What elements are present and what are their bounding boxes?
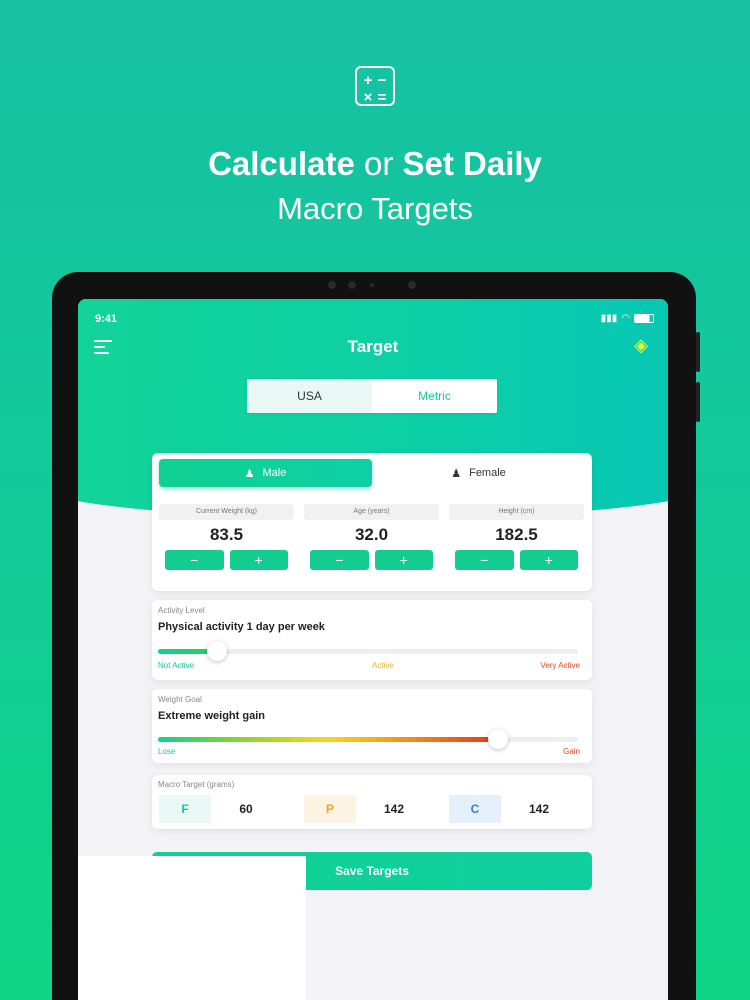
gender-male-label: Male [262, 467, 287, 479]
metric-label: Height (cm) [449, 504, 584, 520]
unit-toggle: USA Metric [247, 379, 497, 413]
tick-gain: Gain [563, 747, 580, 756]
macro-label: Macro Target (grams) [158, 780, 235, 789]
metric-value: 32.0 [354, 525, 389, 544]
tick-not-active: Not Active [158, 661, 195, 670]
gender-female-button[interactable]: ♟ Female [372, 459, 585, 487]
unit-option-metric[interactable]: Metric [372, 379, 497, 413]
age-metric: Age (years) 32.0 − + [304, 504, 439, 570]
gender-female-label: Female [469, 467, 506, 479]
macro-carbs-key: C [449, 795, 501, 823]
tick-lose: Lose [158, 747, 176, 756]
camera-dot [370, 283, 374, 287]
macro-fat-value[interactable]: 60 [211, 795, 281, 823]
status-time: 9:41 [95, 313, 118, 325]
weight-metric: Current Weight (kg) 83.5 − + [159, 504, 294, 570]
body-metrics-card: ♟ Male ♟ Female Current Weight (kg) 83.5… [152, 453, 592, 591]
metric-label: Current Weight (kg) [159, 504, 294, 520]
slider-fill [158, 737, 498, 742]
unit-option-usa[interactable]: USA [247, 379, 372, 413]
decrement-button[interactable]: − [310, 550, 369, 570]
decrement-button[interactable]: − [455, 550, 514, 570]
increment-button[interactable]: + [229, 550, 288, 570]
activity-slider[interactable] [158, 641, 578, 661]
ipad-frame: 9:41 ▮▮▮ ◠ Target ◈ USA Metric ♟ Male ♟ … [52, 272, 700, 1000]
camera-dot [408, 281, 416, 289]
camera-dot [328, 281, 336, 289]
weight-goal-card: Weight Goal Extreme weight gain Lose Gai… [152, 689, 592, 763]
gender-male-button[interactable]: ♟ Male [159, 459, 372, 487]
macro-target-card: Macro Target (grams) F 60 P 142 C 142 [152, 775, 592, 829]
macro-protein-value[interactable]: 142 [356, 795, 432, 823]
signal-icon: ▮▮▮ [600, 313, 618, 324]
page-title: Target [347, 337, 399, 356]
macro-fat-key: F [159, 795, 211, 823]
weight-goal-slider[interactable] [158, 729, 578, 749]
hero-subtitle: Macro Targets [277, 191, 473, 226]
volume-button [696, 332, 700, 372]
camera-dot [348, 281, 356, 289]
activity-value: Physical activity 1 day per week [158, 621, 325, 633]
tick-very-active: Very Active [540, 661, 580, 670]
tick-active: Active [372, 661, 394, 670]
app-screen: 9:41 ▮▮▮ ◠ Target ◈ USA Metric ♟ Male ♟ … [78, 299, 668, 1000]
height-metric: Height (cm) 182.5 − + [449, 504, 584, 570]
increment-button[interactable]: + [374, 550, 433, 570]
height-stepper: − + [449, 550, 584, 570]
macro-carbs-value[interactable]: 142 [501, 795, 577, 823]
age-stepper: − + [304, 550, 439, 570]
calculator-icon: + − × = [355, 66, 395, 106]
hero-title: Calculate or Set Daily [208, 145, 542, 182]
blank-overlay [78, 856, 306, 1000]
metric-value: 182.5 [495, 525, 538, 544]
weight-goal-label: Weight Goal [158, 695, 202, 704]
weight-stepper: − + [159, 550, 294, 570]
decrement-button[interactable]: − [165, 550, 224, 570]
slider-handle[interactable] [488, 729, 508, 749]
increment-button[interactable]: + [519, 550, 578, 570]
male-icon: ♟ [244, 467, 255, 480]
diamond-icon[interactable]: ◈ [630, 335, 652, 355]
volume-button [696, 382, 700, 422]
macro-protein-key: P [304, 795, 356, 823]
activity-card: Activity Level Physical activity 1 day p… [152, 600, 592, 680]
wifi-icon: ◠ [621, 313, 630, 324]
slider-handle[interactable] [207, 641, 227, 661]
female-icon: ♟ [451, 467, 462, 480]
battery-icon [634, 314, 654, 323]
weight-goal-value: Extreme weight gain [158, 710, 265, 722]
metric-value: 83.5 [209, 525, 244, 544]
activity-label: Activity Level [158, 606, 205, 615]
gender-toggle: ♟ Male ♟ Female [159, 459, 585, 487]
status-icons: ▮▮▮ ◠ [601, 313, 654, 324]
metric-label: Age (years) [304, 504, 439, 520]
